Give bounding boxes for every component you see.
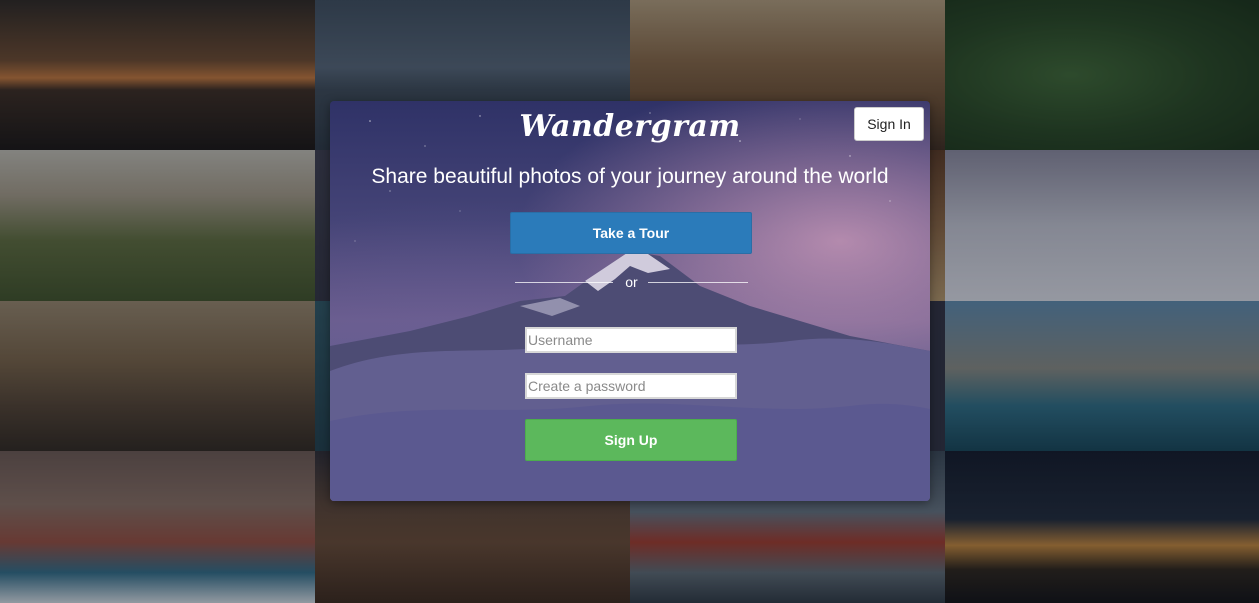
or-divider: or — [515, 273, 748, 291]
signup-panel: Wandergram Sign In Share beautiful photo… — [330, 101, 930, 501]
river-forest-aerial-photo — [945, 0, 1259, 150]
palace-fine-arts-night-photo — [945, 451, 1259, 603]
divider-line-right — [648, 282, 748, 283]
baobab-sunset-photo — [0, 0, 315, 150]
snow-cabin-photo — [945, 150, 1259, 301]
sea-arches-photo — [945, 301, 1259, 451]
username-input[interactable] — [525, 327, 737, 353]
sign-in-button[interactable]: Sign In — [854, 107, 924, 141]
elephant-savanna-photo — [0, 150, 315, 301]
coastal-town-aerial-photo — [0, 301, 315, 451]
take-a-tour-button[interactable]: Take a Tour — [510, 212, 752, 254]
sign-up-button[interactable]: Sign Up — [525, 419, 737, 461]
tagline: Share beautiful photos of your journey a… — [371, 165, 889, 188]
password-input[interactable] — [525, 373, 737, 399]
brand-logo: Wandergram — [519, 109, 741, 144]
cliff-houses-aerial-photo — [0, 451, 315, 603]
